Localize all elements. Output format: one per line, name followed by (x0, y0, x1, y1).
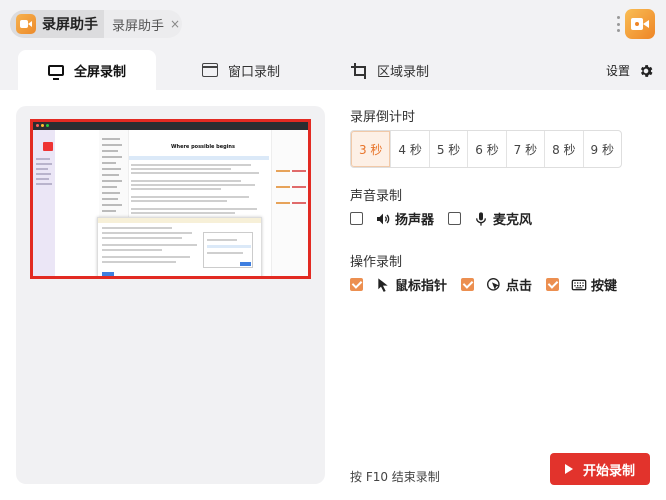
tab-label: 全屏录制 (73, 64, 126, 80)
countdown-option-5[interactable]: 5 秒 (428, 131, 467, 167)
cursor-icon (378, 277, 388, 292)
stop-hotkey-hint: 按 F10 结束录制 (350, 470, 440, 484)
keyboard-icon (571, 279, 587, 290)
countdown-option-3[interactable]: 3 秒 (351, 131, 391, 167)
audio-options: 扬声器 麦克风 (350, 209, 546, 228)
actions-section-label: 操作录制 (350, 255, 403, 270)
cursor-label: 鼠标指针 (395, 279, 448, 294)
tab-label: 录屏助手 (42, 17, 98, 33)
title-bar: 录屏助手 录屏助手 × (0, 0, 666, 48)
speaker-icon (377, 213, 390, 224)
gear-icon (640, 64, 653, 77)
speaker-label: 扬声器 (395, 213, 435, 228)
start-recording-label: 开始录制 (582, 463, 635, 479)
app-logo-icon (16, 14, 36, 34)
main-panel: Where possible begins 录屏倒计时 3 秒 4 秒 5 秒 … (0, 90, 666, 500)
cursor-checkbox[interactable] (350, 278, 363, 291)
app-logo-icon (625, 9, 655, 39)
preview-doc-title: Where possible begins (171, 144, 235, 150)
microphone-label: 麦克风 (493, 213, 533, 228)
start-recording-button[interactable]: 开始录制 (550, 453, 650, 485)
more-menu-icon[interactable] (617, 16, 621, 32)
tab-region-record[interactable]: 区域录制 (351, 50, 429, 90)
tab-label: 录屏助手 (112, 18, 165, 34)
click-checkbox[interactable] (461, 278, 475, 291)
action-options: 鼠标指针 点击 按键 (350, 275, 631, 294)
countdown-section-label: 录屏倒计时 (350, 110, 416, 125)
countdown-option-8[interactable]: 8 秒 (544, 131, 582, 167)
crop-icon (351, 63, 367, 79)
preview-panel: Where possible begins (16, 106, 325, 484)
click-label: 点击 (506, 279, 533, 294)
tab-window-record[interactable]: 窗口录制 (202, 50, 280, 90)
audio-section-label: 声音录制 (350, 189, 403, 204)
tab-label: 窗口录制 (228, 64, 281, 80)
countdown-option-7[interactable]: 7 秒 (505, 131, 544, 167)
window-icon (202, 63, 218, 77)
tab-recorder-active[interactable]: 录屏助手 (10, 10, 118, 38)
screen-preview: Where possible begins (30, 119, 311, 279)
play-icon (564, 464, 573, 474)
countdown-option-9[interactable]: 9 秒 (582, 131, 621, 167)
tab-label: 区域录制 (377, 64, 430, 80)
click-icon (487, 277, 500, 291)
countdown-option-6[interactable]: 6 秒 (467, 131, 505, 167)
microphone-checkbox[interactable] (448, 212, 462, 225)
keyboard-checkbox[interactable] (546, 278, 560, 291)
countdown-selector: 3 秒 4 秒 5 秒 6 秒 7 秒 8 秒 9 秒 (350, 130, 622, 168)
tab-fullscreen-record[interactable]: 全屏录制 (18, 50, 156, 90)
keyboard-label: 按键 (591, 279, 618, 294)
speaker-checkbox[interactable] (350, 212, 363, 225)
tab-recorder[interactable]: 录屏助手 × (104, 10, 182, 38)
settings-label: 设置 (606, 64, 631, 78)
close-icon[interactable]: × (170, 17, 180, 31)
countdown-option-4[interactable]: 4 秒 (390, 131, 428, 167)
settings-button[interactable]: 设置 (606, 62, 654, 79)
microphone-icon (476, 211, 487, 226)
monitor-icon (47, 64, 64, 80)
mode-tabs: 全屏录制 窗口录制 区域录制 设置 (0, 48, 666, 90)
